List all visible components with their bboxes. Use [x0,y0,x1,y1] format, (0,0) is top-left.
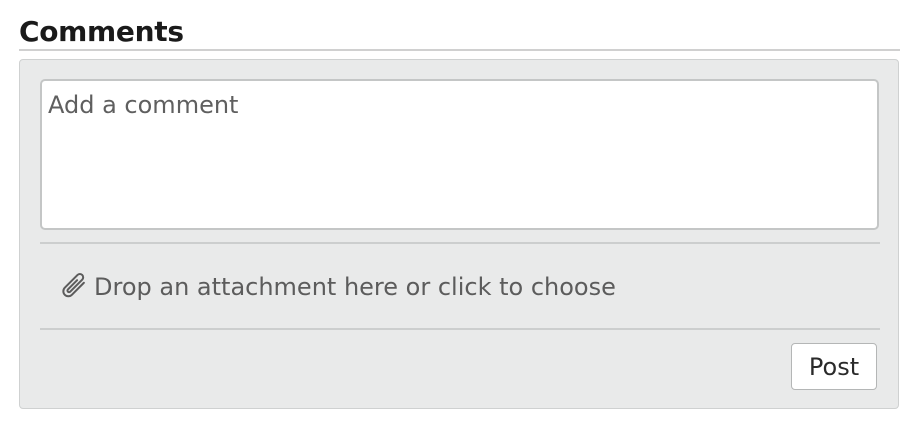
divider [40,242,880,244]
comments-section: Comments Drop an attachment here or clic… [0,0,916,434]
heading-divider [19,49,900,51]
paperclip-icon [56,269,92,305]
comments-heading: Comments [19,15,184,48]
comment-input[interactable] [40,79,879,230]
post-button[interactable]: Post [791,343,877,390]
divider [40,328,880,330]
attachment-label: Drop an attachment here or click to choo… [94,273,616,301]
comment-form-panel: Drop an attachment here or click to choo… [19,59,899,409]
attachment-dropzone[interactable]: Drop an attachment here or click to choo… [56,267,616,307]
